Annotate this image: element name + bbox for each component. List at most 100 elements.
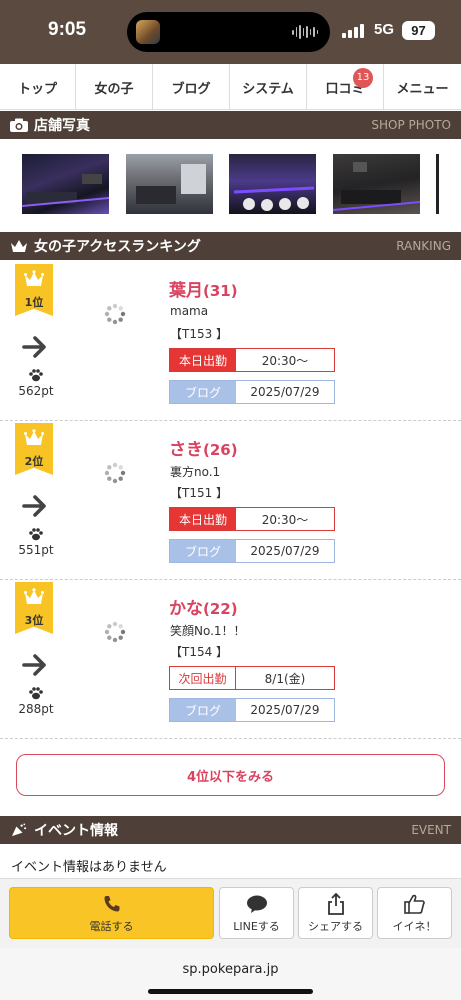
arrow-right-icon <box>22 336 46 358</box>
blog-date: 2025/07/29 <box>250 703 320 717</box>
signal-icon <box>342 24 368 38</box>
girl-age: (26) <box>203 441 238 459</box>
paw-icon <box>29 687 43 700</box>
girl-name-link[interactable]: 葉月(31) <box>169 276 238 301</box>
rank-points: 288pt <box>18 702 54 716</box>
share-button[interactable]: シェアする <box>298 887 373 939</box>
shift-label: 本日出勤 <box>170 349 236 371</box>
call-button[interactable]: 電話する <box>9 887 214 939</box>
shift-label: 本日出勤 <box>170 508 236 530</box>
rank-badge: 1位 <box>15 264 53 316</box>
girl-catchphrase: mama <box>170 304 209 318</box>
shop-photo[interactable] <box>126 154 213 214</box>
girl-size: 【T153 】 <box>170 327 229 341</box>
blog-label: ブログ <box>170 699 236 721</box>
blog-date: 2025/07/29 <box>250 544 320 558</box>
shift-value: 20:30〜 <box>261 512 309 527</box>
blog-link[interactable]: ブログ 2025/07/29 <box>169 380 335 404</box>
call-label: 電話する <box>89 919 134 933</box>
nav-item-system[interactable]: システム <box>230 64 307 110</box>
rank-points: 562pt <box>18 384 54 398</box>
chat-bubble-icon <box>246 895 267 913</box>
nav-item-top[interactable]: トップ <box>0 64 76 110</box>
shop-photo[interactable] <box>332 154 421 214</box>
crown-icon <box>24 429 44 445</box>
camera-icon <box>10 118 28 132</box>
section-subtitle: SHOP PHOTO <box>371 118 451 132</box>
event-empty-message: イベント情報はありません <box>11 860 167 875</box>
girl-name: さき <box>169 440 203 460</box>
audio-wave-icon <box>292 24 318 40</box>
rank-trend <box>22 336 48 362</box>
home-indicator[interactable] <box>148 989 313 994</box>
shift-label: 次回出勤 <box>170 667 236 689</box>
shop-photo-carousel[interactable] <box>0 140 461 230</box>
section-title: 店舗写真 <box>34 118 90 134</box>
nav-label: 女の子 <box>94 81 134 97</box>
shift-value: 20:30〜 <box>261 353 309 368</box>
line-label: LINEする <box>233 919 280 933</box>
thumbs-up-icon <box>403 894 425 914</box>
crown-icon <box>24 270 44 286</box>
network-type: 5G <box>374 21 395 38</box>
arrow-right-icon <box>22 654 46 676</box>
girl-age: (31) <box>203 282 238 300</box>
arrow-right-icon <box>22 495 46 517</box>
ranking-row[interactable]: 2位 551pt さき(26) 裏方no.1 【T151 】本日出勤 20:30〜 ブログ 2… <box>0 421 461 580</box>
nav-item-girls[interactable]: 女の子 <box>76 64 153 110</box>
battery-icon: 97 <box>402 21 435 40</box>
phone-icon <box>104 895 119 911</box>
party-popper-icon <box>12 823 27 837</box>
rank-badge: 2位 <box>15 423 53 475</box>
blog-link[interactable]: ブログ 2025/07/29 <box>169 698 335 722</box>
status-bar: 9:05 5G 97 <box>0 0 461 64</box>
nav-item-menu[interactable]: メニュー <box>384 64 461 110</box>
status-time: 9:05 <box>48 19 87 40</box>
paw-icon <box>29 528 43 541</box>
loading-spinner-icon <box>104 462 126 484</box>
rank-trend <box>22 495 48 521</box>
section-subtitle: RANKING <box>396 239 451 253</box>
crown-icon <box>11 240 27 252</box>
loading-spinner-icon <box>104 621 126 643</box>
action-bar: 電話する LINEする シェアする イイネ！ <box>0 878 461 948</box>
rank-label: 3位 <box>24 614 44 627</box>
nav-label: システム <box>242 81 294 97</box>
nav-label: トップ <box>17 81 57 97</box>
nav-item-blog[interactable]: ブログ <box>153 64 230 110</box>
share-icon <box>327 892 344 915</box>
rank-trend <box>22 654 48 680</box>
event-header: イベント情報 EVENT <box>0 816 461 844</box>
shop-photo[interactable] <box>21 154 110 214</box>
rank-badge: 3位 <box>15 582 53 634</box>
shift-info[interactable]: 本日出勤 20:30〜 <box>169 507 335 531</box>
top-nav: トップ 女の子 ブログ システム 口コミ 13 メニュー <box>0 64 461 110</box>
ranking-row[interactable]: 1位 562pt 葉月(31) mama 【T153 】本日出勤 20:30〜ブログ 202… <box>0 262 461 421</box>
now-playing-artwork <box>136 20 160 44</box>
girl-name-link[interactable]: かな(22) <box>169 594 238 619</box>
girl-name: 葉月 <box>169 281 203 301</box>
rank-label: 1位 <box>24 296 44 309</box>
blog-link[interactable]: ブログ 2025/07/29 <box>169 539 335 563</box>
nav-label: メニュー <box>396 81 449 97</box>
shift-info[interactable]: 本日出勤 20:30〜 <box>169 348 335 372</box>
shop-photo[interactable] <box>229 154 316 214</box>
crown-icon <box>24 588 44 604</box>
shop-photo-header: 店舗写真 SHOP PHOTO <box>0 111 461 139</box>
girl-size: 【T151 】 <box>170 486 229 500</box>
girl-name-link[interactable]: さき(26) <box>169 435 238 460</box>
see-more-ranking-button[interactable]: 4位以下をみる <box>16 754 445 796</box>
ranking-row[interactable]: 3位 288pt かな(22) 笑顔No.1！！ 【T154 】次回出勤 8/1(金) ブロ… <box>0 580 461 739</box>
nav-item-reviews[interactable]: 口コミ 13 <box>307 64 384 110</box>
like-label: イイネ！ <box>392 919 437 933</box>
like-button[interactable]: イイネ！ <box>377 887 452 939</box>
shift-info[interactable]: 次回出勤 8/1(金) <box>169 666 335 690</box>
girl-age: (22) <box>203 600 238 618</box>
url-text: sp.pokepara.jp <box>182 962 279 977</box>
reviews-count-badge: 13 <box>353 68 373 88</box>
girl-catchphrase: 裏方no.1 <box>170 465 221 479</box>
girl-name: かな <box>169 599 203 619</box>
shop-photo[interactable] <box>436 154 439 214</box>
line-button[interactable]: LINEする <box>219 887 294 939</box>
rank-label: 2位 <box>24 455 44 468</box>
